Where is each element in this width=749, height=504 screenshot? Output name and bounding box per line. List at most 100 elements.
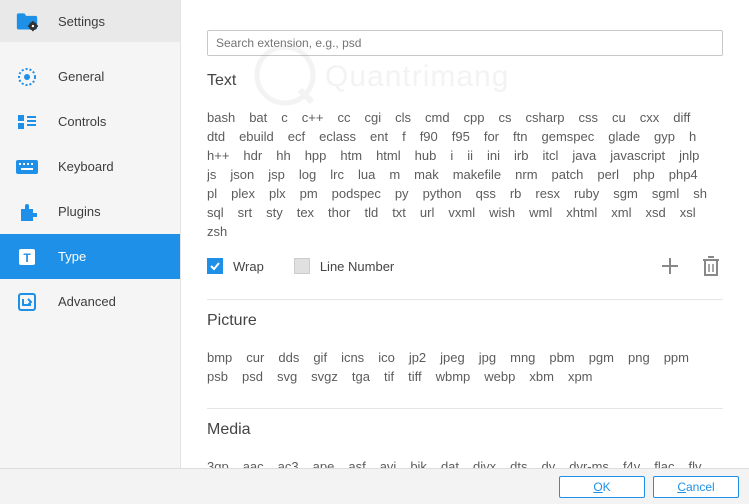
ext-item[interactable]: m	[389, 165, 400, 184]
ext-item[interactable]: css	[579, 108, 599, 127]
ext-item[interactable]: png	[628, 348, 650, 367]
ext-item[interactable]: cur	[246, 348, 264, 367]
ext-item[interactable]: php4	[669, 165, 698, 184]
ext-item[interactable]: c++	[302, 108, 324, 127]
ext-item[interactable]: lrc	[330, 165, 344, 184]
ext-item[interactable]: eclass	[319, 127, 356, 146]
ok-button[interactable]: OK	[559, 476, 645, 498]
ext-item[interactable]: itcl	[542, 146, 558, 165]
ext-item[interactable]: htm	[340, 146, 362, 165]
ext-item[interactable]: glade	[608, 127, 640, 146]
ext-item[interactable]: ii	[467, 146, 473, 165]
ext-item[interactable]: perl	[597, 165, 619, 184]
ext-item[interactable]: javascript	[610, 146, 665, 165]
ext-item[interactable]: makefile	[453, 165, 501, 184]
ext-item[interactable]: cs	[499, 108, 512, 127]
ext-item[interactable]: h++	[207, 146, 229, 165]
ext-item[interactable]: f	[402, 127, 406, 146]
ext-item[interactable]: patch	[552, 165, 584, 184]
ext-item[interactable]: ppm	[664, 348, 689, 367]
ext-item[interactable]: html	[376, 146, 401, 165]
ext-item[interactable]: rb	[510, 184, 522, 203]
ext-item[interactable]: hh	[276, 146, 290, 165]
ext-item[interactable]: icns	[341, 348, 364, 367]
ext-item[interactable]: jsp	[268, 165, 285, 184]
ext-item[interactable]: jpeg	[440, 348, 465, 367]
sidebar-item-type[interactable]: T Type	[0, 234, 180, 279]
ext-item[interactable]: resx	[535, 184, 560, 203]
ext-item[interactable]: vxml	[448, 203, 475, 222]
ext-item[interactable]: xhtml	[566, 203, 597, 222]
remove-icon[interactable]	[701, 255, 723, 277]
ext-item[interactable]: bmp	[207, 348, 232, 367]
content-scroll[interactable]: Text bashbatcc++cccgiclscmdcppcscsharpcs…	[207, 64, 731, 470]
ext-item[interactable]: jnlp	[679, 146, 699, 165]
ext-item[interactable]: java	[572, 146, 596, 165]
ext-item[interactable]: bat	[249, 108, 267, 127]
ext-item[interactable]: plex	[231, 184, 255, 203]
ext-item[interactable]: dtd	[207, 127, 225, 146]
ext-item[interactable]: pbm	[549, 348, 574, 367]
sidebar-item-settings[interactable]: Settings	[0, 0, 180, 42]
ext-item[interactable]: psb	[207, 367, 228, 386]
ext-item[interactable]: xsl	[680, 203, 696, 222]
ext-item[interactable]: tld	[364, 203, 378, 222]
ext-item[interactable]: jpg	[479, 348, 496, 367]
ext-item[interactable]: gif	[313, 348, 327, 367]
ext-item[interactable]: txt	[392, 203, 406, 222]
sidebar-item-keyboard[interactable]: Keyboard	[0, 144, 180, 189]
ext-item[interactable]: gemspec	[541, 127, 594, 146]
ext-item[interactable]: webp	[484, 367, 515, 386]
ext-item[interactable]: svgz	[311, 367, 338, 386]
ext-item[interactable]: xpm	[568, 367, 593, 386]
sidebar-item-plugins[interactable]: Plugins	[0, 189, 180, 234]
ext-item[interactable]: python	[423, 184, 462, 203]
ext-item[interactable]: php	[633, 165, 655, 184]
cancel-button[interactable]: Cancel	[653, 476, 739, 498]
ext-item[interactable]: pl	[207, 184, 217, 203]
ext-item[interactable]: f90	[420, 127, 438, 146]
ext-item[interactable]: sgml	[652, 184, 679, 203]
ext-item[interactable]: tga	[352, 367, 370, 386]
ext-item[interactable]: xml	[611, 203, 631, 222]
ext-item[interactable]: wbmp	[436, 367, 471, 386]
ext-item[interactable]: ebuild	[239, 127, 274, 146]
ext-item[interactable]: cgi	[364, 108, 381, 127]
ext-item[interactable]: nrm	[515, 165, 537, 184]
ext-item[interactable]: ecf	[288, 127, 305, 146]
sidebar-item-controls[interactable]: Controls	[0, 99, 180, 144]
ext-item[interactable]: pm	[300, 184, 318, 203]
ext-item[interactable]: ini	[487, 146, 500, 165]
ext-item[interactable]: ftn	[513, 127, 527, 146]
ext-item[interactable]: log	[299, 165, 316, 184]
sidebar-item-advanced[interactable]: Advanced	[0, 279, 180, 324]
ext-item[interactable]: ruby	[574, 184, 599, 203]
ext-item[interactable]: zsh	[207, 222, 227, 241]
ext-item[interactable]: mng	[510, 348, 535, 367]
line-number-checkbox[interactable]	[294, 258, 310, 274]
ext-item[interactable]: url	[420, 203, 434, 222]
ext-item[interactable]: podspec	[332, 184, 381, 203]
ext-item[interactable]: csharp	[526, 108, 565, 127]
ext-item[interactable]: tif	[384, 367, 394, 386]
ext-item[interactable]: ico	[378, 348, 395, 367]
add-icon[interactable]	[659, 255, 681, 277]
ext-item[interactable]: hpp	[305, 146, 327, 165]
ext-item[interactable]: h	[689, 127, 696, 146]
ext-item[interactable]: cpp	[464, 108, 485, 127]
ext-item[interactable]: tiff	[408, 367, 422, 386]
ext-item[interactable]: cls	[395, 108, 411, 127]
ext-item[interactable]: hub	[415, 146, 437, 165]
ext-item[interactable]: cmd	[425, 108, 450, 127]
ext-item[interactable]: tex	[297, 203, 314, 222]
ext-item[interactable]: sql	[207, 203, 224, 222]
ext-item[interactable]: lua	[358, 165, 375, 184]
sidebar-item-general[interactable]: General	[0, 54, 180, 99]
wrap-checkbox[interactable]	[207, 258, 223, 274]
ext-item[interactable]: ent	[370, 127, 388, 146]
ext-item[interactable]: pgm	[589, 348, 614, 367]
ext-item[interactable]: i	[450, 146, 453, 165]
ext-item[interactable]: gyp	[654, 127, 675, 146]
ext-item[interactable]: qss	[476, 184, 496, 203]
search-input[interactable]	[207, 30, 723, 56]
